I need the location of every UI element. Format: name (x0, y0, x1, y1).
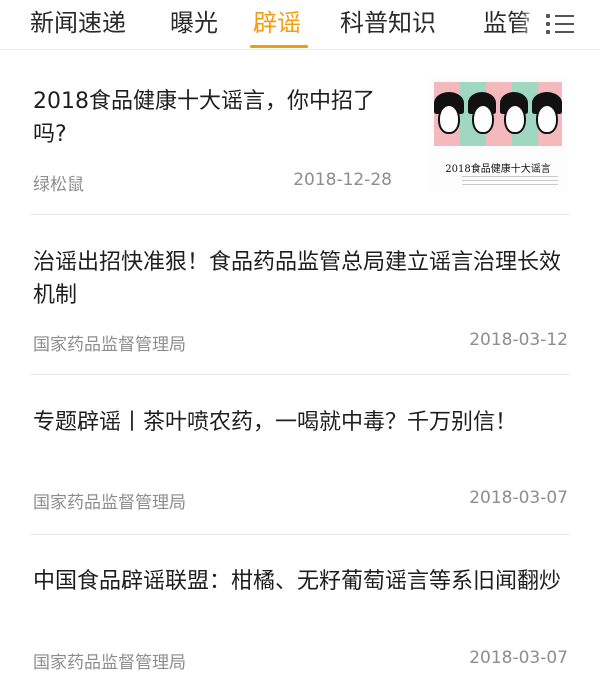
tab-exposure[interactable]: 曝光 (170, 6, 218, 40)
active-tab-indicator (250, 45, 308, 48)
article-title: 专题辟谣丨茶叶喷农药，一喝就中毒？千万别信！ (33, 410, 518, 435)
article-item[interactable]: 治谣出招快准狠！食品药品监管总局建立谣言治理长效机制 国家药品监督管理局 201… (0, 215, 600, 373)
article-item[interactable]: 中国食品辟谣联盟：柑橘、无籽葡萄谣言等系旧闻翻炒 国家药品监督管理局 2018-… (0, 535, 600, 690)
article-title: 中国食品辟谣联盟：柑橘、无籽葡萄谣言等系旧闻翻炒 (33, 569, 562, 594)
article-source: 国家药品监督管理局 (33, 493, 186, 513)
article-source: 绿松鼠 (33, 175, 84, 195)
article-title: 2018食品健康十大谣言，你中招了吗? (33, 89, 375, 147)
tab-science[interactable]: 科普知识 (340, 6, 436, 40)
article-date: 2018-12-28 (293, 170, 392, 190)
article-source: 国家药品监督管理局 (33, 335, 186, 355)
thumbnail-caption: 2018食品健康十大谣言 (445, 164, 551, 175)
article-title: 治谣出招快准狠！食品药品监管总局建立谣言治理长效机制 (33, 250, 562, 308)
article-thumbnail: 2018食品健康十大谣言 (428, 76, 568, 192)
channel-menu-button[interactable] (520, 0, 600, 49)
category-tab-bar: 新闻速递 曝光 辟谣 科普知识 监管 (0, 0, 600, 50)
article-date: 2018-03-07 (469, 648, 568, 668)
article-source: 国家药品监督管理局 (33, 653, 186, 673)
article-date: 2018-03-12 (469, 330, 568, 350)
article-date: 2018-03-07 (469, 488, 568, 508)
tab-rumor-debunk[interactable]: 辟谣 (253, 6, 301, 40)
list-menu-icon (546, 13, 576, 35)
article-item[interactable]: 专题辟谣丨茶叶喷农药，一喝就中毒？千万别信！ 国家药品监督管理局 2018-03… (0, 375, 600, 533)
tab-news[interactable]: 新闻速递 (30, 6, 126, 40)
